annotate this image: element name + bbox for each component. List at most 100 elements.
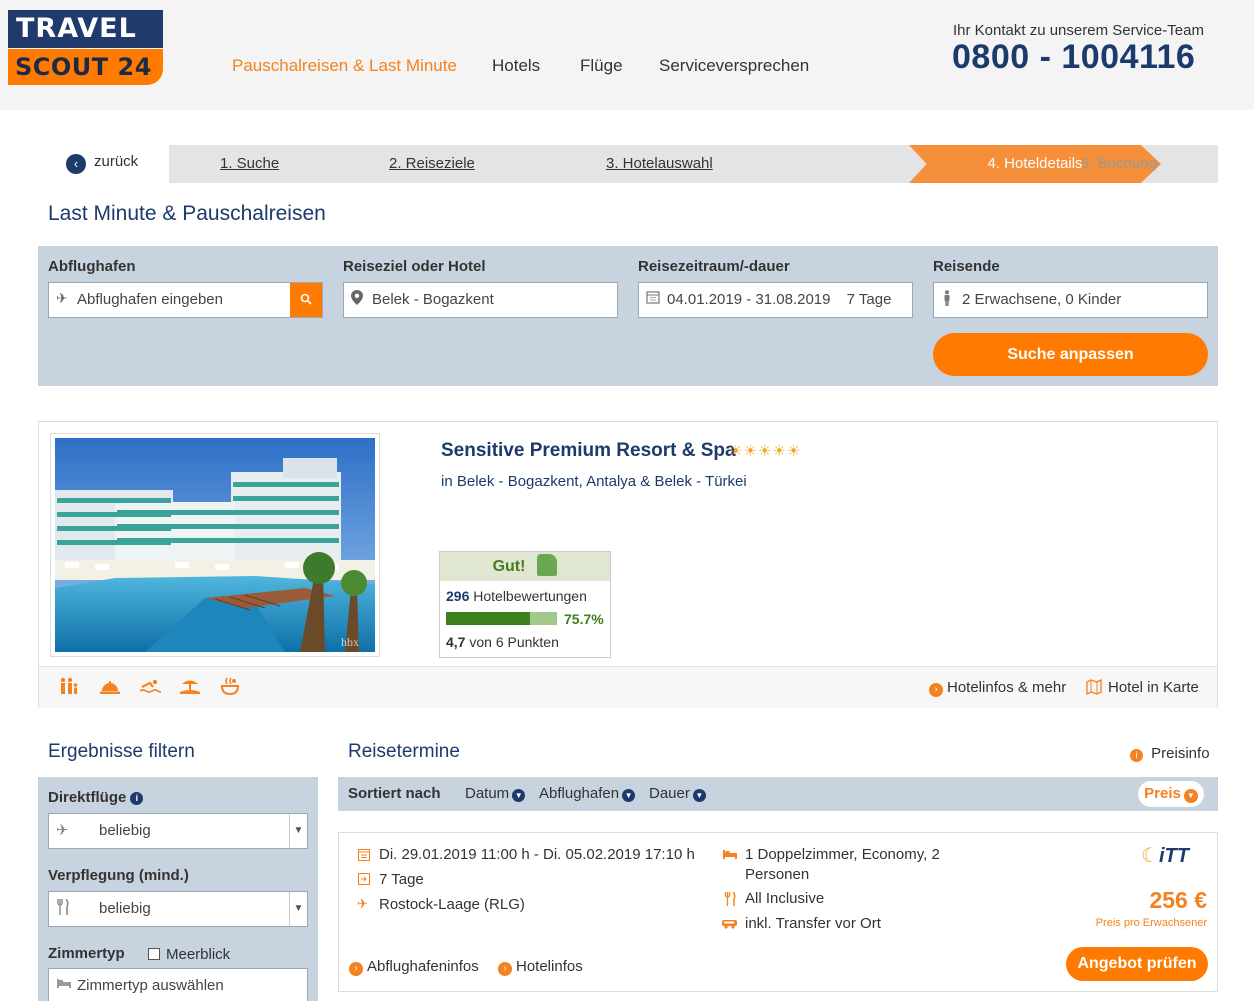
travelscout24-logo[interactable]: TRAVEL SCOUT 24 bbox=[8, 10, 163, 85]
offer-duration: 7 Tage bbox=[379, 871, 424, 888]
offer-price: 256 € bbox=[1149, 887, 1207, 913]
step-suche[interactable]: 1. Suche bbox=[220, 155, 279, 172]
preisinfo-link[interactable]: i Preisinfo bbox=[1130, 745, 1210, 762]
period-label: Reisezeitraum/-dauer bbox=[638, 258, 790, 275]
airport-placeholder: Abflughafen eingeben bbox=[77, 291, 223, 308]
board-label: Verpflegung (mind.) bbox=[48, 867, 189, 884]
operator-name: iTT bbox=[1158, 845, 1189, 867]
recommendation-bar-fill bbox=[446, 612, 531, 625]
preisinfo-label: Preisinfo bbox=[1151, 745, 1210, 762]
rating-header: Gut! bbox=[440, 552, 610, 581]
offer-board: All Inclusive bbox=[745, 890, 825, 907]
person-icon bbox=[943, 290, 951, 309]
travelers-label: Reisende bbox=[933, 258, 1000, 275]
airport-search-button[interactable] bbox=[290, 283, 322, 317]
room-type-select[interactable]: Zimmertyp auswählen bbox=[48, 968, 308, 1001]
hotel-map-link[interactable]: Hotel in Karte bbox=[1086, 678, 1199, 699]
bed-icon bbox=[56, 976, 72, 993]
search-icon bbox=[300, 293, 312, 305]
plane-icon: ✈ bbox=[357, 896, 368, 911]
chevron-down-icon: ▼ bbox=[692, 789, 706, 802]
hotel-name[interactable]: Sensitive Premium Resort & Spa bbox=[441, 440, 736, 462]
destination-input[interactable]: Belek - Bogazkent bbox=[343, 282, 618, 318]
destination-value: Belek - Bogazkent bbox=[372, 291, 494, 308]
photo-watermark: hbx bbox=[341, 635, 359, 649]
sort-date[interactable]: Datum ▼ bbox=[465, 785, 526, 802]
thumbs-up-icon bbox=[537, 554, 558, 576]
map-pin-icon bbox=[351, 290, 363, 308]
review-count: 296 Hotelbewertungen bbox=[446, 588, 587, 604]
sort-duration[interactable]: Dauer ▼ bbox=[649, 785, 706, 802]
chevron-down-icon: ▼ bbox=[512, 789, 526, 802]
nav-serviceversprechen[interactable]: Serviceversprechen bbox=[659, 56, 809, 76]
hotel-footer: › Hotelinfos & mehr Hotel in Karte bbox=[39, 666, 1217, 708]
rating-box[interactable]: Gut! 296 Hotelbewertungen 75.7% 4,7 von … bbox=[439, 551, 611, 658]
sort-duration-label: Dauer bbox=[649, 785, 690, 802]
airport-input[interactable]: ✈ Abflughafen eingeben bbox=[48, 282, 323, 318]
nav-hotels[interactable]: Hotels bbox=[492, 56, 540, 76]
info-icon[interactable]: i bbox=[130, 792, 144, 805]
rating-label: Gut! bbox=[492, 558, 526, 575]
phone-number[interactable]: 0800 - 1004116 bbox=[952, 38, 1195, 77]
period-input[interactable]: 04.01.2019 - 31.08.2019 7 Tage bbox=[638, 282, 913, 318]
direct-flights-select[interactable]: ✈ beliebig ▼ bbox=[48, 813, 308, 849]
room-type-label: Zimmertyp bbox=[48, 945, 125, 962]
step-buchung: 5. Buchung bbox=[1081, 155, 1157, 172]
page-title: Last Minute & Pauschalreisen bbox=[48, 202, 326, 225]
steps-bar: 1. Suche 2. Reiseziele 3. Hotelauswahl 4… bbox=[169, 145, 1218, 183]
sort-airport-label: Abflughafen bbox=[539, 785, 620, 802]
seaview-checkbox[interactable]: Meerblick bbox=[148, 946, 230, 963]
score-value: 4,7 bbox=[446, 634, 466, 650]
chevron-down-icon: ▼ bbox=[622, 789, 636, 802]
chevron-down-icon: ▼ bbox=[1183, 789, 1198, 803]
info-icon: i bbox=[1130, 749, 1143, 762]
logo-top: TRAVEL bbox=[8, 10, 163, 48]
chevron-right-icon: › bbox=[349, 962, 363, 976]
hotel-card: hbx Sensitive Premium Resort & Spa ☀☀☀☀☀… bbox=[38, 421, 1218, 708]
sort-price[interactable]: Preis ▼ bbox=[1138, 781, 1204, 807]
fork-knife-icon bbox=[56, 898, 70, 919]
board-select[interactable]: beliebig ▼ bbox=[48, 891, 308, 927]
fork-knife-icon bbox=[724, 891, 736, 909]
step-reiseziele[interactable]: 2. Reiseziele bbox=[389, 155, 475, 172]
hotel-location: in Belek - Bogazkent, Antalya & Belek - … bbox=[441, 473, 747, 490]
sort-price-label: Preis bbox=[1144, 785, 1181, 802]
nav-fluege[interactable]: Flüge bbox=[580, 56, 623, 76]
star-rating: ☀☀☀☀☀ bbox=[729, 443, 802, 460]
checkbox-box[interactable] bbox=[148, 948, 160, 960]
adjust-search-button[interactable]: Suche anpassen bbox=[933, 333, 1208, 376]
site-header: TRAVEL SCOUT 24 Pauschalreisen & Last Mi… bbox=[0, 0, 1254, 110]
check-offer-button[interactable]: Angebot prüfen bbox=[1066, 947, 1208, 981]
spa-icon bbox=[219, 677, 241, 700]
map-icon bbox=[1086, 678, 1102, 699]
chevron-down-icon: ▼ bbox=[289, 892, 307, 926]
hotelinfos-link[interactable]: › Hotelinfos & mehr bbox=[929, 679, 1066, 697]
offer-room-line2: Personen bbox=[745, 866, 810, 883]
sort-date-label: Datum bbox=[465, 785, 510, 802]
itt-swirl-icon: ☾ bbox=[1141, 845, 1159, 867]
bus-icon bbox=[722, 917, 738, 932]
hotel-info-link[interactable]: › Hotelinfos bbox=[498, 958, 583, 976]
direct-flights-value: beliebig bbox=[99, 822, 151, 839]
nav-pauschalreisen[interactable]: Pauschalreisen & Last Minute bbox=[232, 56, 457, 76]
seaview-label: Meerblick bbox=[166, 946, 231, 963]
results-title: Reisetermine bbox=[348, 741, 460, 762]
airport-info-link[interactable]: › Abflughafeninfos bbox=[349, 958, 479, 976]
hotel-photo: hbx bbox=[55, 438, 375, 652]
hotel-image[interactable]: hbx bbox=[50, 433, 380, 657]
travelers-input[interactable]: 2 Erwachsene, 0 Kinder bbox=[933, 282, 1208, 318]
plane-icon: ✈ bbox=[56, 290, 68, 306]
back-label: zurück bbox=[94, 153, 139, 170]
board-value: beliebig bbox=[99, 900, 151, 917]
sort-airport[interactable]: Abflughafen ▼ bbox=[539, 785, 636, 802]
swimming-icon bbox=[139, 677, 162, 700]
step-hotelauswahl[interactable]: 3. Hotelauswahl bbox=[606, 155, 713, 172]
back-link[interactable]: ‹ zurück bbox=[66, 153, 138, 174]
rating-score: 4,7 von 6 Punkten bbox=[446, 634, 559, 650]
chevron-left-icon: ‹ bbox=[66, 154, 86, 174]
plane-icon: ✈ bbox=[56, 822, 69, 839]
booking-steps: ‹ zurück 1. Suche 2. Reiseziele 3. Hotela… bbox=[48, 145, 1218, 183]
calendar-icon bbox=[646, 290, 660, 307]
search-panel: Abflughafen ✈ Abflughafen eingeben Reise… bbox=[38, 246, 1218, 386]
hotelinfos-label: Hotelinfos & mehr bbox=[947, 679, 1067, 696]
